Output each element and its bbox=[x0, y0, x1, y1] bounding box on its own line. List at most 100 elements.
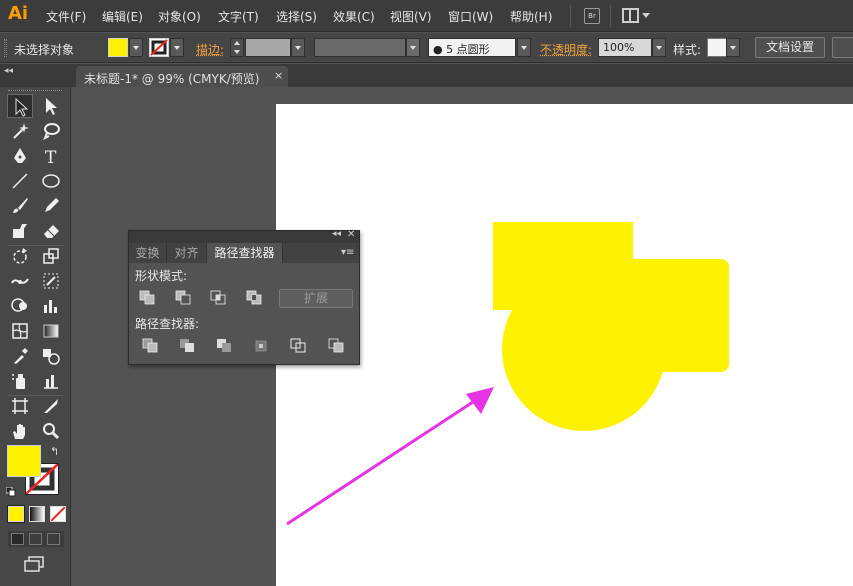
outline-button[interactable] bbox=[290, 338, 308, 354]
opacity-dropdown[interactable] bbox=[652, 38, 666, 57]
stroke-label[interactable]: 描边: bbox=[196, 41, 224, 58]
document-tab-bar: 未标题-1* @ 99% (CMYK/预览) × bbox=[0, 64, 853, 87]
divide-button[interactable] bbox=[142, 338, 160, 354]
minus-front-icon bbox=[175, 290, 191, 305]
brush-definition-field[interactable]: ● 5 点圆形 bbox=[428, 38, 516, 57]
pen-tool[interactable] bbox=[7, 144, 33, 168]
style-dropdown[interactable] bbox=[726, 38, 740, 57]
menu-help[interactable]: 帮助(H) bbox=[510, 8, 552, 25]
default-colors-icon[interactable] bbox=[5, 486, 16, 497]
merge-button[interactable] bbox=[216, 338, 234, 354]
none-mode-button[interactable] bbox=[50, 506, 66, 522]
svg-text:T: T bbox=[45, 148, 57, 166]
document-setup-button[interactable]: 文档设置 bbox=[755, 37, 825, 58]
menu-view[interactable]: 视图(V) bbox=[390, 8, 432, 25]
lasso-tool[interactable] bbox=[38, 119, 64, 143]
collapse-tools-icon[interactable]: ◂◂ bbox=[4, 66, 13, 76]
pencil-tool[interactable] bbox=[38, 194, 64, 218]
rotate-tool[interactable] bbox=[7, 244, 33, 268]
slice-tool[interactable] bbox=[38, 394, 64, 418]
hand-tool[interactable] bbox=[7, 419, 33, 443]
color-mode-button[interactable] bbox=[7, 505, 25, 523]
menu-divider bbox=[570, 5, 571, 27]
draw-behind-icon[interactable] bbox=[29, 533, 42, 545]
stroke-weight-dropdown[interactable] bbox=[291, 38, 305, 57]
workspace-switcher-button[interactable] bbox=[622, 8, 650, 24]
minus-back-button[interactable] bbox=[328, 338, 346, 354]
unite-button[interactable] bbox=[139, 290, 157, 306]
exclude-button[interactable] bbox=[246, 290, 264, 306]
selection-tool[interactable] bbox=[7, 94, 33, 118]
scale-tool[interactable] bbox=[38, 244, 64, 268]
tab-align[interactable]: 对齐 bbox=[167, 243, 207, 263]
drawing-modes bbox=[8, 531, 64, 547]
menu-select[interactable]: 选择(S) bbox=[276, 8, 317, 25]
menu-object[interactable]: 对象(O) bbox=[158, 8, 201, 25]
ellipse-tool[interactable] bbox=[38, 169, 64, 193]
brush-dropdown[interactable] bbox=[517, 38, 531, 57]
style-swatch[interactable] bbox=[707, 38, 727, 57]
stroke-swatch[interactable] bbox=[149, 38, 169, 57]
type-icon: T bbox=[45, 148, 57, 166]
magic-wand-tool[interactable] bbox=[7, 119, 33, 143]
fill-color-box[interactable] bbox=[7, 445, 41, 477]
artboard-tool[interactable] bbox=[7, 394, 33, 418]
menu-window[interactable]: 窗口(W) bbox=[448, 8, 493, 25]
type-tool[interactable]: T bbox=[38, 144, 64, 168]
free-transform-tool[interactable] bbox=[38, 269, 64, 293]
profile-dropdown[interactable] bbox=[406, 38, 420, 57]
blob-brush-tool[interactable] bbox=[7, 219, 33, 243]
stroke-weight-stepper[interactable] bbox=[230, 38, 244, 57]
screen-mode-button[interactable] bbox=[23, 556, 45, 574]
eraser-tool[interactable] bbox=[38, 219, 64, 243]
preferences-button[interactable] bbox=[832, 37, 853, 58]
draw-inside-icon[interactable] bbox=[47, 533, 60, 545]
direct-selection-tool[interactable] bbox=[38, 94, 64, 118]
menu-type[interactable]: 文字(T) bbox=[218, 8, 259, 25]
width-tool[interactable] bbox=[7, 269, 33, 293]
mesh-icon bbox=[12, 323, 28, 339]
shape-builder-tool[interactable] bbox=[7, 294, 33, 318]
tab-pathfinder[interactable]: 路径查找器 bbox=[207, 243, 283, 263]
slice-knife-icon bbox=[44, 399, 58, 413]
document-tab[interactable]: 未标题-1* @ 99% (CMYK/预览) × bbox=[76, 66, 288, 87]
line-segment-tool[interactable] bbox=[7, 169, 33, 193]
eyedropper-tool[interactable] bbox=[7, 344, 33, 368]
close-icon[interactable]: × bbox=[274, 69, 283, 82]
bridge-button[interactable]: Br bbox=[584, 8, 600, 24]
stroke-dropdown[interactable] bbox=[170, 38, 184, 57]
menu-effect[interactable]: 效果(C) bbox=[333, 8, 375, 25]
scale-icon bbox=[43, 248, 59, 264]
zoom-tool[interactable] bbox=[38, 419, 64, 443]
menu-edit[interactable]: 编辑(E) bbox=[102, 8, 143, 25]
mesh-tool[interactable] bbox=[7, 319, 33, 343]
close-icon[interactable]: ✕ bbox=[347, 229, 355, 240]
expand-button[interactable]: 扩展 bbox=[279, 289, 353, 308]
minus-front-button[interactable] bbox=[175, 290, 193, 306]
intersect-button[interactable] bbox=[210, 290, 228, 306]
fill-dropdown[interactable] bbox=[129, 38, 143, 57]
menu-file[interactable]: 文件(F) bbox=[46, 8, 86, 25]
trim-button[interactable] bbox=[179, 338, 197, 354]
blend-tool[interactable] bbox=[38, 344, 64, 368]
fill-swatch[interactable] bbox=[108, 38, 128, 57]
crop-button[interactable] bbox=[253, 338, 271, 354]
symbol-sprayer-tool[interactable] bbox=[7, 369, 33, 393]
swap-fill-stroke-icon[interactable]: ↰ bbox=[50, 445, 59, 458]
gradient-tool[interactable] bbox=[38, 319, 64, 343]
opacity-label[interactable]: 不透明度: bbox=[540, 41, 592, 58]
stroke-weight-field[interactable] bbox=[245, 38, 291, 57]
opacity-field[interactable]: 100% bbox=[598, 38, 652, 57]
artboard[interactable] bbox=[276, 104, 853, 586]
paintbrush-tool[interactable] bbox=[7, 194, 33, 218]
graph-tool[interactable] bbox=[38, 294, 64, 318]
tab-transform[interactable]: 变换 bbox=[129, 243, 167, 263]
gradient-mode-button[interactable] bbox=[29, 506, 45, 522]
column-graph-tool[interactable] bbox=[38, 369, 64, 393]
panel-menu-icon[interactable]: ▾≡ bbox=[341, 247, 354, 258]
draw-normal-icon[interactable] bbox=[11, 533, 24, 545]
collapse-panel-icon[interactable]: ◂◂ bbox=[332, 229, 341, 239]
panel-titlebar[interactable]: ◂◂ ✕ bbox=[129, 229, 359, 243]
pen-icon bbox=[14, 148, 26, 163]
variable-width-profile[interactable] bbox=[314, 38, 406, 57]
